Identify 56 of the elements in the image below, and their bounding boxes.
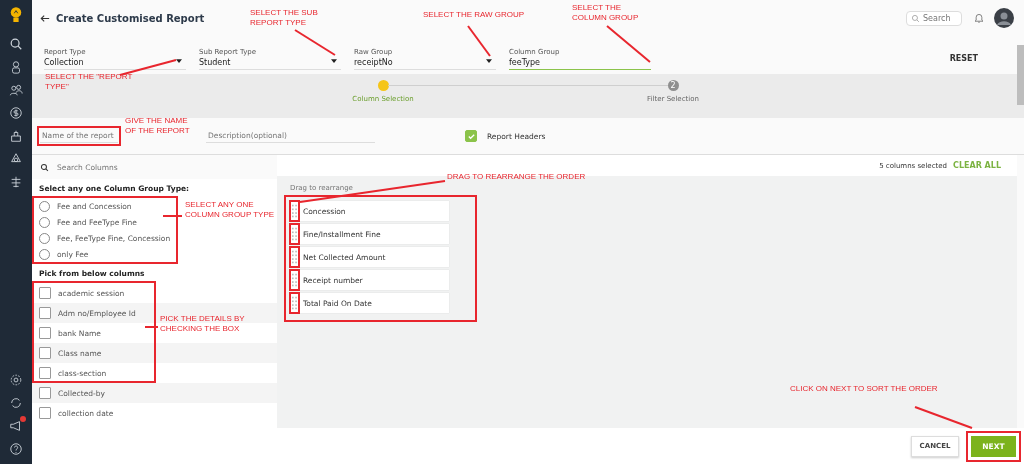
drag-handle-icon[interactable] — [291, 248, 298, 266]
checkbox[interactable] — [39, 307, 51, 319]
page-title: Create Customised Report — [56, 12, 205, 24]
building-icon[interactable] — [9, 129, 23, 143]
search-icon[interactable] — [9, 37, 23, 51]
dropdown-field[interactable]: Student — [199, 58, 231, 67]
annotation-note: CLICK ON NEXT TO SORT THE ORDER — [790, 384, 939, 395]
people-icon[interactable] — [9, 83, 23, 97]
person-icon[interactable] — [9, 60, 23, 74]
dropdown-field[interactable]: receiptNo — [354, 58, 393, 67]
annotation-note: PICK THE DETAILS BY CHECKING THE BOX — [160, 314, 246, 335]
radio-button[interactable] — [39, 216, 50, 228]
caret-icon[interactable] — [176, 59, 182, 63]
annotation-note: SELECT THE COLUMN GROUP — [572, 3, 640, 24]
checkbox[interactable] — [39, 407, 51, 419]
megaphone-icon[interactable] — [9, 419, 23, 433]
drag-handle-icon[interactable] — [291, 202, 298, 220]
bell-icon[interactable] — [974, 12, 984, 24]
annotation-note: GIVE THE NAME OF THE REPORT — [125, 116, 191, 137]
drag-handle-icon[interactable] — [291, 294, 298, 312]
avatar[interactable] — [994, 8, 1014, 28]
back-arrow-icon[interactable] — [40, 13, 50, 23]
dropdown-field[interactable]: feeType — [509, 58, 541, 67]
step-number: 2 — [667, 80, 679, 91]
checkbox[interactable] — [39, 387, 51, 399]
dollar-icon[interactable] — [9, 106, 23, 120]
notification-dot — [20, 416, 26, 422]
dropdown-field[interactable]: Collection — [44, 58, 84, 67]
logo-icon — [9, 6, 23, 24]
checkbox[interactable] — [39, 327, 51, 339]
annotation-note: SELECT THE "REPORT TYPE" — [45, 72, 134, 93]
refresh-icon[interactable] — [9, 396, 23, 410]
annotation-note: SELECT ANY ONE COLUMN GROUP TYPE — [185, 200, 276, 221]
reset-button[interactable]: RESET — [943, 53, 984, 64]
caret-icon[interactable] — [331, 59, 337, 63]
checkbox[interactable] — [39, 287, 51, 299]
annotation-note: SELECT THE SUB REPORT TYPE — [250, 8, 319, 29]
radio-button[interactable] — [39, 200, 50, 212]
checkbox[interactable] — [39, 347, 51, 359]
stack-icon[interactable] — [9, 175, 23, 189]
caret-icon[interactable] — [486, 59, 492, 63]
checkbox[interactable] — [465, 130, 477, 142]
annotation-note: SELECT THE RAW GROUP — [423, 10, 526, 21]
search-field[interactable]: Search — [923, 13, 957, 23]
help-icon[interactable] — [9, 442, 23, 456]
checkbox[interactable] — [39, 367, 51, 379]
drag-handle-icon[interactable] — [291, 225, 298, 243]
scrollbar[interactable] — [1017, 45, 1024, 105]
settings-icon[interactable] — [9, 373, 23, 387]
radio-button[interactable] — [39, 248, 50, 260]
annotation-note: DRAG TO REARRANGE THE ORDER — [447, 172, 587, 183]
radio-button[interactable] — [39, 232, 50, 244]
search-icon — [911, 13, 920, 23]
search-field[interactable]: Search — [906, 10, 962, 26]
drag-handle-icon[interactable] — [291, 271, 298, 289]
search-icon — [40, 162, 49, 172]
